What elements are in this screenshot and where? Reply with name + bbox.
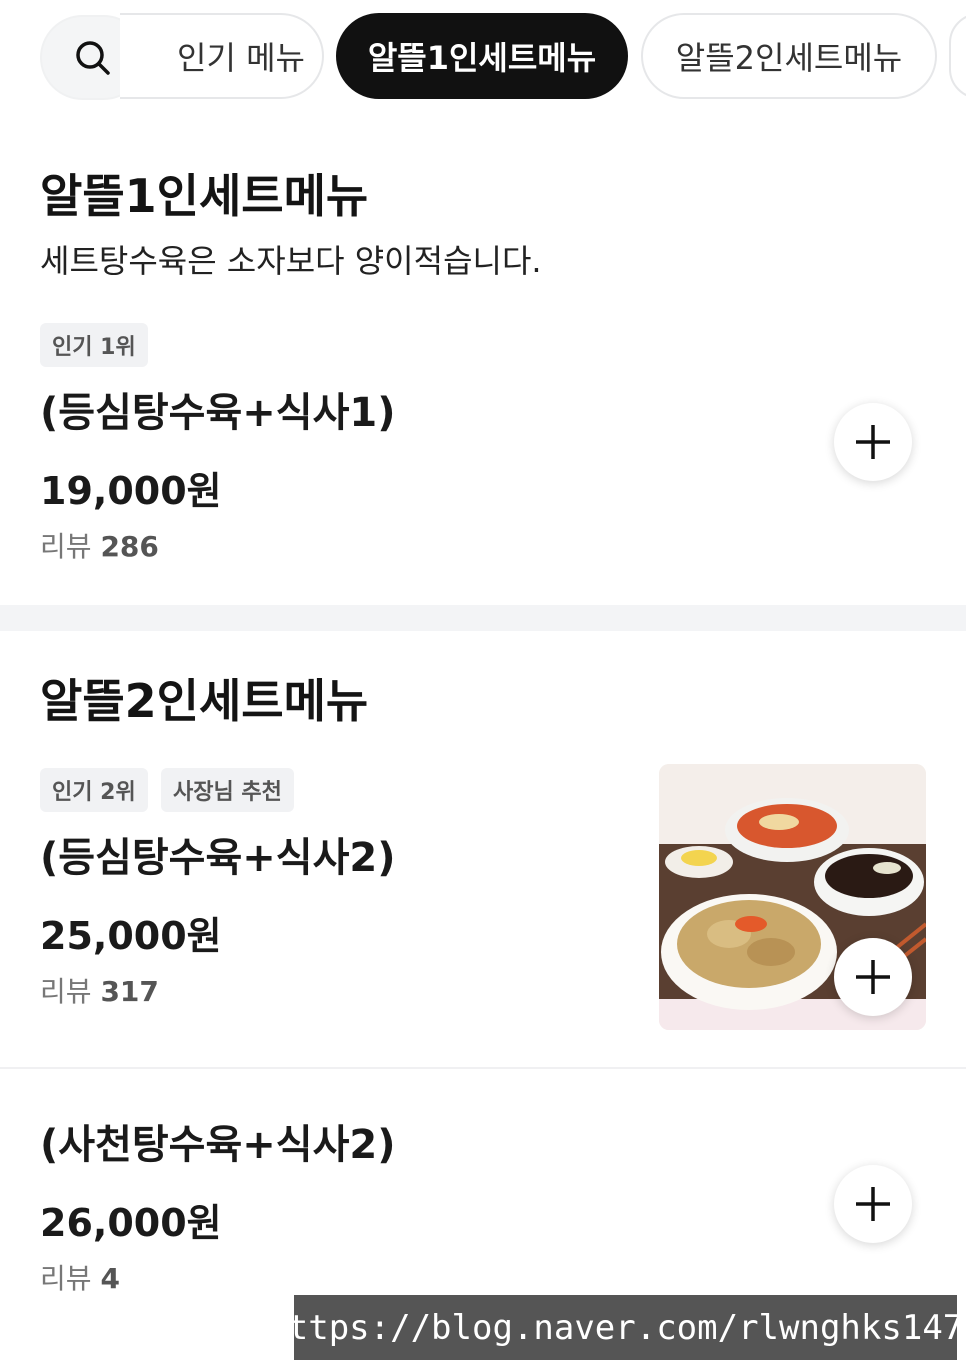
menu-item-price: 25,000원 [40,914,222,958]
badge-popular-rank: 인기 1위 [40,323,148,367]
review-count: 4 [100,1262,120,1295]
add-to-cart-button[interactable] [834,1165,912,1243]
section-title-set2: 알뜰2인세트메뉴 [40,674,369,728]
section-title-set1: 알뜰1인세트메뉴 [40,169,369,223]
plus-icon [856,960,890,994]
menu-item-name[interactable]: (등심탕수육+식사2) [40,825,396,883]
badge-owner-recommend: 사장님 추천 [161,768,294,812]
menu-item-price: 19,000원 [40,469,222,513]
review-count: 317 [100,975,159,1008]
menu-item-review: 리뷰 286 [40,525,159,565]
review-label: 리뷰 [40,530,92,563]
category-tab-bar: 인기 메뉴 알뜰1인세트메뉴 알뜰2인세트메뉴 [0,0,966,112]
review-label: 리뷰 [40,1262,92,1295]
add-to-cart-button[interactable] [834,938,912,1016]
menu-item-review: 리뷰 317 [40,970,159,1010]
menu-item-name[interactable]: (등심탕수육+식사1) [40,380,396,438]
menu-item-price: 26,000원 [40,1201,222,1245]
tab-popular-menu[interactable]: 인기 메뉴 [120,13,324,99]
item-divider [0,1067,966,1069]
search-icon [76,40,110,75]
section-divider [0,605,966,631]
blog-watermark: https://blog.naver.com/rlwnghks1477 [267,1295,966,1360]
menu-item-review: 리뷰 4 [40,1257,120,1297]
tab-set-menu-1[interactable]: 알뜰1인세트메뉴 [336,13,628,99]
plus-icon [856,425,890,459]
tab-set-menu-2[interactable]: 알뜰2인세트메뉴 [641,13,937,99]
menu-item-name[interactable]: (사천탕수육+식사2) [40,1112,396,1170]
badge-popular-rank: 인기 2위 [40,768,148,812]
section-description: 세트탕수육은 소자보다 양이적습니다. [40,242,542,280]
plus-icon [856,1187,890,1221]
tab-next-partial[interactable] [949,13,966,99]
add-to-cart-button[interactable] [834,403,912,481]
review-label: 리뷰 [40,975,92,1008]
review-count: 286 [100,530,159,563]
